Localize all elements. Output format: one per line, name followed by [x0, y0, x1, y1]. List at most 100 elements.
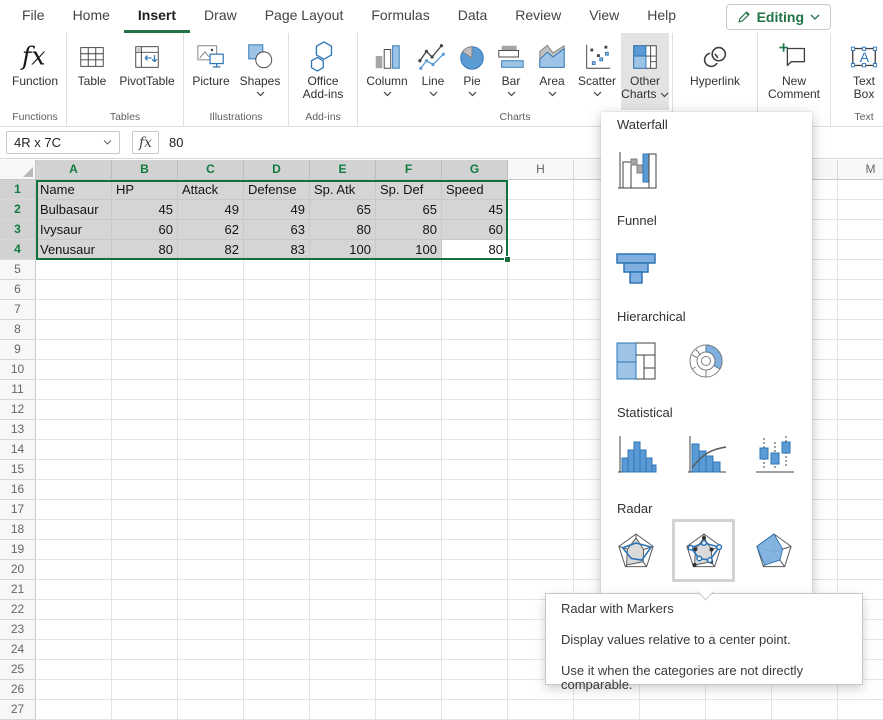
cell-D10[interactable]: [244, 360, 310, 380]
cell-E16[interactable]: [310, 480, 376, 500]
cell-B11[interactable]: [112, 380, 178, 400]
cell-M6[interactable]: [838, 280, 883, 300]
row-header-7[interactable]: 7: [0, 300, 36, 320]
cell-A18[interactable]: [36, 520, 112, 540]
row-header-26[interactable]: 26: [0, 680, 36, 700]
cell-G14[interactable]: [442, 440, 508, 460]
cell-C6[interactable]: [178, 280, 244, 300]
menu-draw[interactable]: Draw: [190, 0, 251, 33]
line-button[interactable]: Line: [413, 33, 453, 110]
cell-E13[interactable]: [310, 420, 376, 440]
cell-H3[interactable]: [508, 220, 574, 240]
cell-H27[interactable]: [508, 700, 574, 720]
cell-E17[interactable]: [310, 500, 376, 520]
row-header-20[interactable]: 20: [0, 560, 36, 580]
cell-E3[interactable]: 80: [310, 220, 376, 240]
cell-A27[interactable]: [36, 700, 112, 720]
cell-G11[interactable]: [442, 380, 508, 400]
cell-C23[interactable]: [178, 620, 244, 640]
cell-B6[interactable]: [112, 280, 178, 300]
row-header-19[interactable]: 19: [0, 540, 36, 560]
cell-E15[interactable]: [310, 460, 376, 480]
scatter-button[interactable]: Scatter: [573, 33, 621, 110]
cell-F1[interactable]: Sp. Def: [376, 180, 442, 200]
cell-H16[interactable]: [508, 480, 574, 500]
cell-D27[interactable]: [244, 700, 310, 720]
cell-E19[interactable]: [310, 540, 376, 560]
cell-B9[interactable]: [112, 340, 178, 360]
cell-M19[interactable]: [838, 540, 883, 560]
cell-G3[interactable]: 60: [442, 220, 508, 240]
chevron-down-icon[interactable]: [256, 91, 265, 97]
column-header-h[interactable]: H: [508, 160, 574, 180]
cell-H17[interactable]: [508, 500, 574, 520]
cell-B18[interactable]: [112, 520, 178, 540]
bar-button[interactable]: Bar: [491, 33, 531, 110]
treemap-chart-option[interactable]: [613, 338, 659, 384]
cell-F24[interactable]: [376, 640, 442, 660]
cell-B15[interactable]: [112, 460, 178, 480]
cell-M7[interactable]: [838, 300, 883, 320]
cell-A7[interactable]: [36, 300, 112, 320]
cell-E6[interactable]: [310, 280, 376, 300]
cell-H11[interactable]: [508, 380, 574, 400]
row-header-16[interactable]: 16: [0, 480, 36, 500]
column-header-e[interactable]: E: [310, 160, 376, 180]
cell-F16[interactable]: [376, 480, 442, 500]
cell-F11[interactable]: [376, 380, 442, 400]
cell-B12[interactable]: [112, 400, 178, 420]
row-header-12[interactable]: 12: [0, 400, 36, 420]
cell-C14[interactable]: [178, 440, 244, 460]
cell-B14[interactable]: [112, 440, 178, 460]
radar-chart-option[interactable]: [613, 528, 659, 574]
cell-H5[interactable]: [508, 260, 574, 280]
cell-C20[interactable]: [178, 560, 244, 580]
cell-C1[interactable]: Attack: [178, 180, 244, 200]
cell-E7[interactable]: [310, 300, 376, 320]
cell-B27[interactable]: [112, 700, 178, 720]
cell-B3[interactable]: 60: [112, 220, 178, 240]
column-header-m[interactable]: M: [838, 160, 883, 180]
menu-review[interactable]: Review: [501, 0, 575, 33]
column-header-d[interactable]: D: [244, 160, 310, 180]
chevron-down-icon[interactable]: [468, 91, 477, 97]
row-header-18[interactable]: 18: [0, 520, 36, 540]
hyperlink-button[interactable]: Hyperlink: [676, 33, 754, 110]
cell-M14[interactable]: [838, 440, 883, 460]
cell-H14[interactable]: [508, 440, 574, 460]
name-box[interactable]: 4R x 7C: [6, 131, 120, 154]
area-button[interactable]: Area: [531, 33, 573, 110]
cell-D6[interactable]: [244, 280, 310, 300]
pie-button[interactable]: Pie: [453, 33, 491, 110]
cell-F10[interactable]: [376, 360, 442, 380]
cell-F15[interactable]: [376, 460, 442, 480]
chevron-down-icon[interactable]: [548, 91, 557, 97]
cell-A6[interactable]: [36, 280, 112, 300]
cell-A5[interactable]: [36, 260, 112, 280]
cell-M20[interactable]: [838, 560, 883, 580]
column-header-g[interactable]: G: [442, 160, 508, 180]
cell-H1[interactable]: [508, 180, 574, 200]
cell-D23[interactable]: [244, 620, 310, 640]
cell-F18[interactable]: [376, 520, 442, 540]
cell-G18[interactable]: [442, 520, 508, 540]
cell-D8[interactable]: [244, 320, 310, 340]
cell-D19[interactable]: [244, 540, 310, 560]
row-header-10[interactable]: 10: [0, 360, 36, 380]
cell-I27[interactable]: [574, 700, 640, 720]
cell-C8[interactable]: [178, 320, 244, 340]
menu-home[interactable]: Home: [59, 0, 124, 33]
cell-J27[interactable]: [640, 700, 706, 720]
cell-D9[interactable]: [244, 340, 310, 360]
cell-A25[interactable]: [36, 660, 112, 680]
cell-G20[interactable]: [442, 560, 508, 580]
cell-A14[interactable]: [36, 440, 112, 460]
row-header-13[interactable]: 13: [0, 420, 36, 440]
cell-M12[interactable]: [838, 400, 883, 420]
cell-G23[interactable]: [442, 620, 508, 640]
cell-D2[interactable]: 49: [244, 200, 310, 220]
cell-D14[interactable]: [244, 440, 310, 460]
cell-D20[interactable]: [244, 560, 310, 580]
cell-G12[interactable]: [442, 400, 508, 420]
cell-A20[interactable]: [36, 560, 112, 580]
